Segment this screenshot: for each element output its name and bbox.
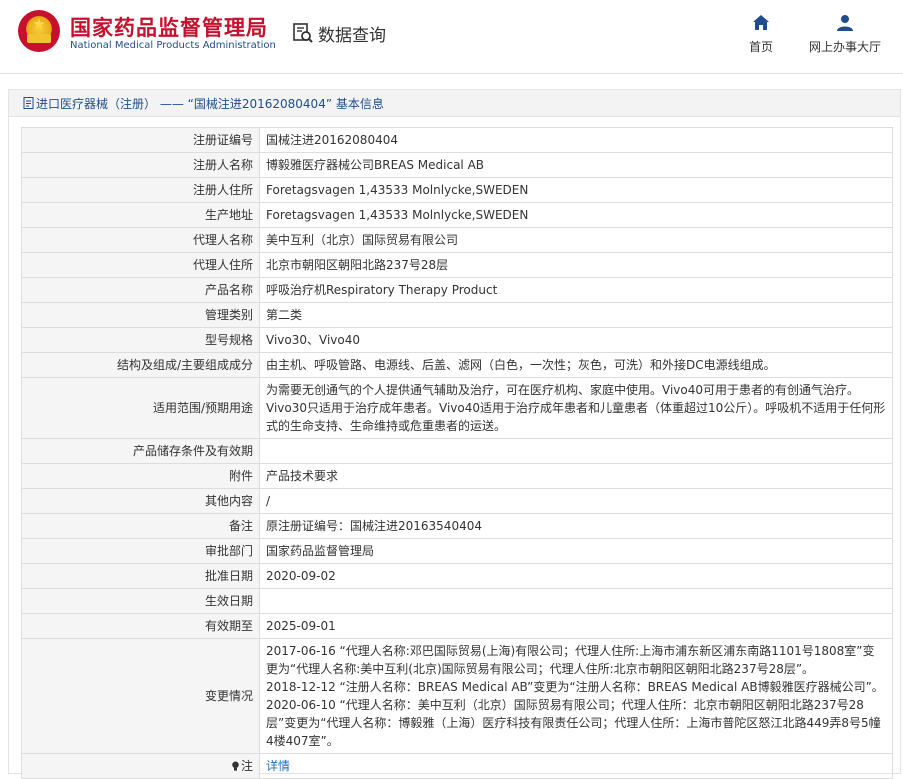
note-row: 注详情 (21, 753, 893, 779)
detail-row: 代理人住所 北京市朝阳区朝阳北路237号28层 (21, 252, 893, 278)
detail-row: 产品名称 呼吸治疗机Respiratory Therapy Product (21, 277, 893, 303)
field-value (259, 588, 893, 614)
note-label-cell: 注 (21, 753, 260, 779)
data-search-icon (293, 23, 313, 43)
detail-row: 附件 产品技术要求 (21, 463, 893, 489)
field-value: 2025-09-01 (259, 613, 893, 639)
field-value: 第二类 (259, 302, 893, 328)
field-value: Vivo30、Vivo40 (259, 327, 893, 353)
field-label: 审批部门 (21, 538, 260, 564)
detail-row: 型号规格 Vivo30、Vivo40 (21, 327, 893, 353)
field-label: 代理人名称 (21, 227, 260, 253)
field-label: 管理类别 (21, 302, 260, 328)
org-name-cn[interactable]: 国家药品监督管理局 (70, 12, 268, 42)
field-label: 注册人住所 (21, 177, 260, 203)
field-label: 结构及组成/主要组成成分 (21, 352, 260, 378)
breadcrumb-text: 进口医疗器械（注册） —— “国械注进20162080404” 基本信息 (36, 96, 384, 111)
field-label: 备注 (21, 513, 260, 539)
data-query-label: 数据查询 (318, 25, 386, 46)
field-value: 呼吸治疗机Respiratory Therapy Product (259, 277, 893, 303)
field-label: 批准日期 (21, 563, 260, 589)
field-value: 美中互利（北京）国际贸易有限公司 (259, 227, 893, 253)
detail-row: 代理人名称 美中互利（北京）国际贸易有限公司 (21, 227, 893, 253)
field-label: 生产地址 (21, 202, 260, 228)
field-label: 代理人住所 (21, 252, 260, 278)
field-value: Foretagsvagen 1,43533 Molnlycke,SWEDEN (259, 202, 893, 228)
site-header: ★ 国家药品监督管理局 National Medical Products Ad… (0, 0, 903, 74)
change-history-label: 变更情况 (21, 638, 260, 754)
field-value: 国家药品监督管理局 (259, 538, 893, 564)
detail-row: 备注 原注册证编号：国械注进20163540404 (21, 513, 893, 539)
detail-table: 注册证编号 国械注进20162080404 注册人名称 博毅雅医疗器械公司BREAS … (21, 127, 893, 779)
field-label: 有效期至 (21, 613, 260, 639)
org-name-en[interactable]: National Medical Products Administration (70, 40, 276, 51)
field-value: 产品技术要求 (259, 463, 893, 489)
field-label: 产品储存条件及有效期 (21, 438, 260, 464)
nav-home-label: 首页 (748, 40, 773, 54)
field-value: 国械注进20162080404 (259, 127, 893, 153)
nav-online-service-hall[interactable]: 网上办事大厅 (804, 14, 886, 55)
field-label: 附件 (21, 463, 260, 489)
detail-row: 注册证编号 国械注进20162080404 (21, 127, 893, 153)
document-icon (23, 97, 34, 109)
breadcrumb: 进口医疗器械（注册） —— “国械注进20162080404” 基本信息 (8, 89, 901, 117)
user-icon (837, 15, 853, 31)
field-label: 产品名称 (21, 277, 260, 303)
detail-row: 生效日期 (21, 588, 893, 614)
field-value: Foretagsvagen 1,43533 Molnlycke,SWEDEN (259, 177, 893, 203)
field-label: 其他内容 (21, 488, 260, 514)
data-query-title: 数据查询 (292, 20, 386, 46)
field-label: 注册人名称 (21, 152, 260, 178)
field-value: 博毅雅医疗器械公司BREAS Medical AB (259, 152, 893, 178)
field-label: 注册证编号 (21, 127, 260, 153)
change-history-entry: 2020-06-10 “代理人名称：美中互利（北京）国际贸易有限公司；代理人住所… (266, 698, 881, 748)
field-value: 由主机、呼吸管路、电源线、后盖、滤网（白色，一次性；灰色，可洗）和外接DC电源线… (259, 352, 893, 378)
change-history-row: 变更情况 2017-06-16 “代理人名称:邓巴国际贸易(上海)有限公司；代理人… (21, 638, 893, 754)
change-history-value: 2017-06-16 “代理人名称:邓巴国际贸易(上海)有限公司；代理人住所:上… (259, 638, 893, 754)
note-label: 注 (240, 759, 253, 773)
field-value (259, 438, 893, 464)
detail-panel: 注册证编号 国械注进20162080404 注册人名称 博毅雅医疗器械公司BREAS … (8, 117, 901, 779)
detail-row: 生产地址 Foretagsvagen 1,43533 Molnlycke,SWED… (21, 202, 893, 228)
field-value: / (259, 488, 893, 514)
home-icon (753, 15, 769, 30)
field-label: 型号规格 (21, 327, 260, 353)
field-value: 北京市朝阳区朝阳北路237号28层 (259, 252, 893, 278)
field-value: 原注册证编号：国械注进20163540404 (259, 513, 893, 539)
nav-home[interactable]: 首页 (744, 14, 778, 55)
details-link[interactable]: 详情 (259, 753, 893, 779)
change-history-entry: 2017-06-16 “代理人名称:邓巴国际贸易(上海)有限公司；代理人住所:上… (266, 644, 875, 676)
nav-online-service-hall-label: 网上办事大厅 (808, 40, 881, 54)
detail-row: 有效期至 2025-09-01 (21, 613, 893, 639)
detail-row: 批准日期 2020-09-02 (21, 563, 893, 589)
change-history-entry: 2018-12-12 “注册人名称：BREAS Medical AB”变更为“注… (266, 680, 884, 694)
detail-row: 管理类别 第二类 (21, 302, 893, 328)
field-value: 为需要无创通气的个人提供通气辅助及治疗，可在医疗机构、家庭中使用。Vivo40可… (259, 377, 893, 439)
detail-row: 产品储存条件及有效期 (21, 438, 893, 464)
field-label: 适用范围/预期用途 (21, 377, 260, 439)
detail-row: 审批部门 国家药品监督管理局 (21, 538, 893, 564)
field-value: 2020-09-02 (259, 563, 893, 589)
detail-row: 注册人名称 博毅雅医疗器械公司BREAS Medical AB (21, 152, 893, 178)
detail-row: 结构及组成/主要组成成分 由主机、呼吸管路、电源线、后盖、滤网（白色，一次性；灰色… (21, 352, 893, 378)
detail-row: 注册人住所 Foretagsvagen 1,43533 Molnlycke,SWE… (21, 177, 893, 203)
field-label: 生效日期 (21, 588, 260, 614)
detail-row: 其他内容 / (21, 488, 893, 514)
detail-row: 适用范围/预期用途 为需要无创通气的个人提供通气辅助及治疗，可在医疗机构、家庭中使… (21, 377, 893, 439)
national-emblem-logo: ★ (18, 10, 60, 52)
lightbulb-icon (232, 761, 239, 771)
